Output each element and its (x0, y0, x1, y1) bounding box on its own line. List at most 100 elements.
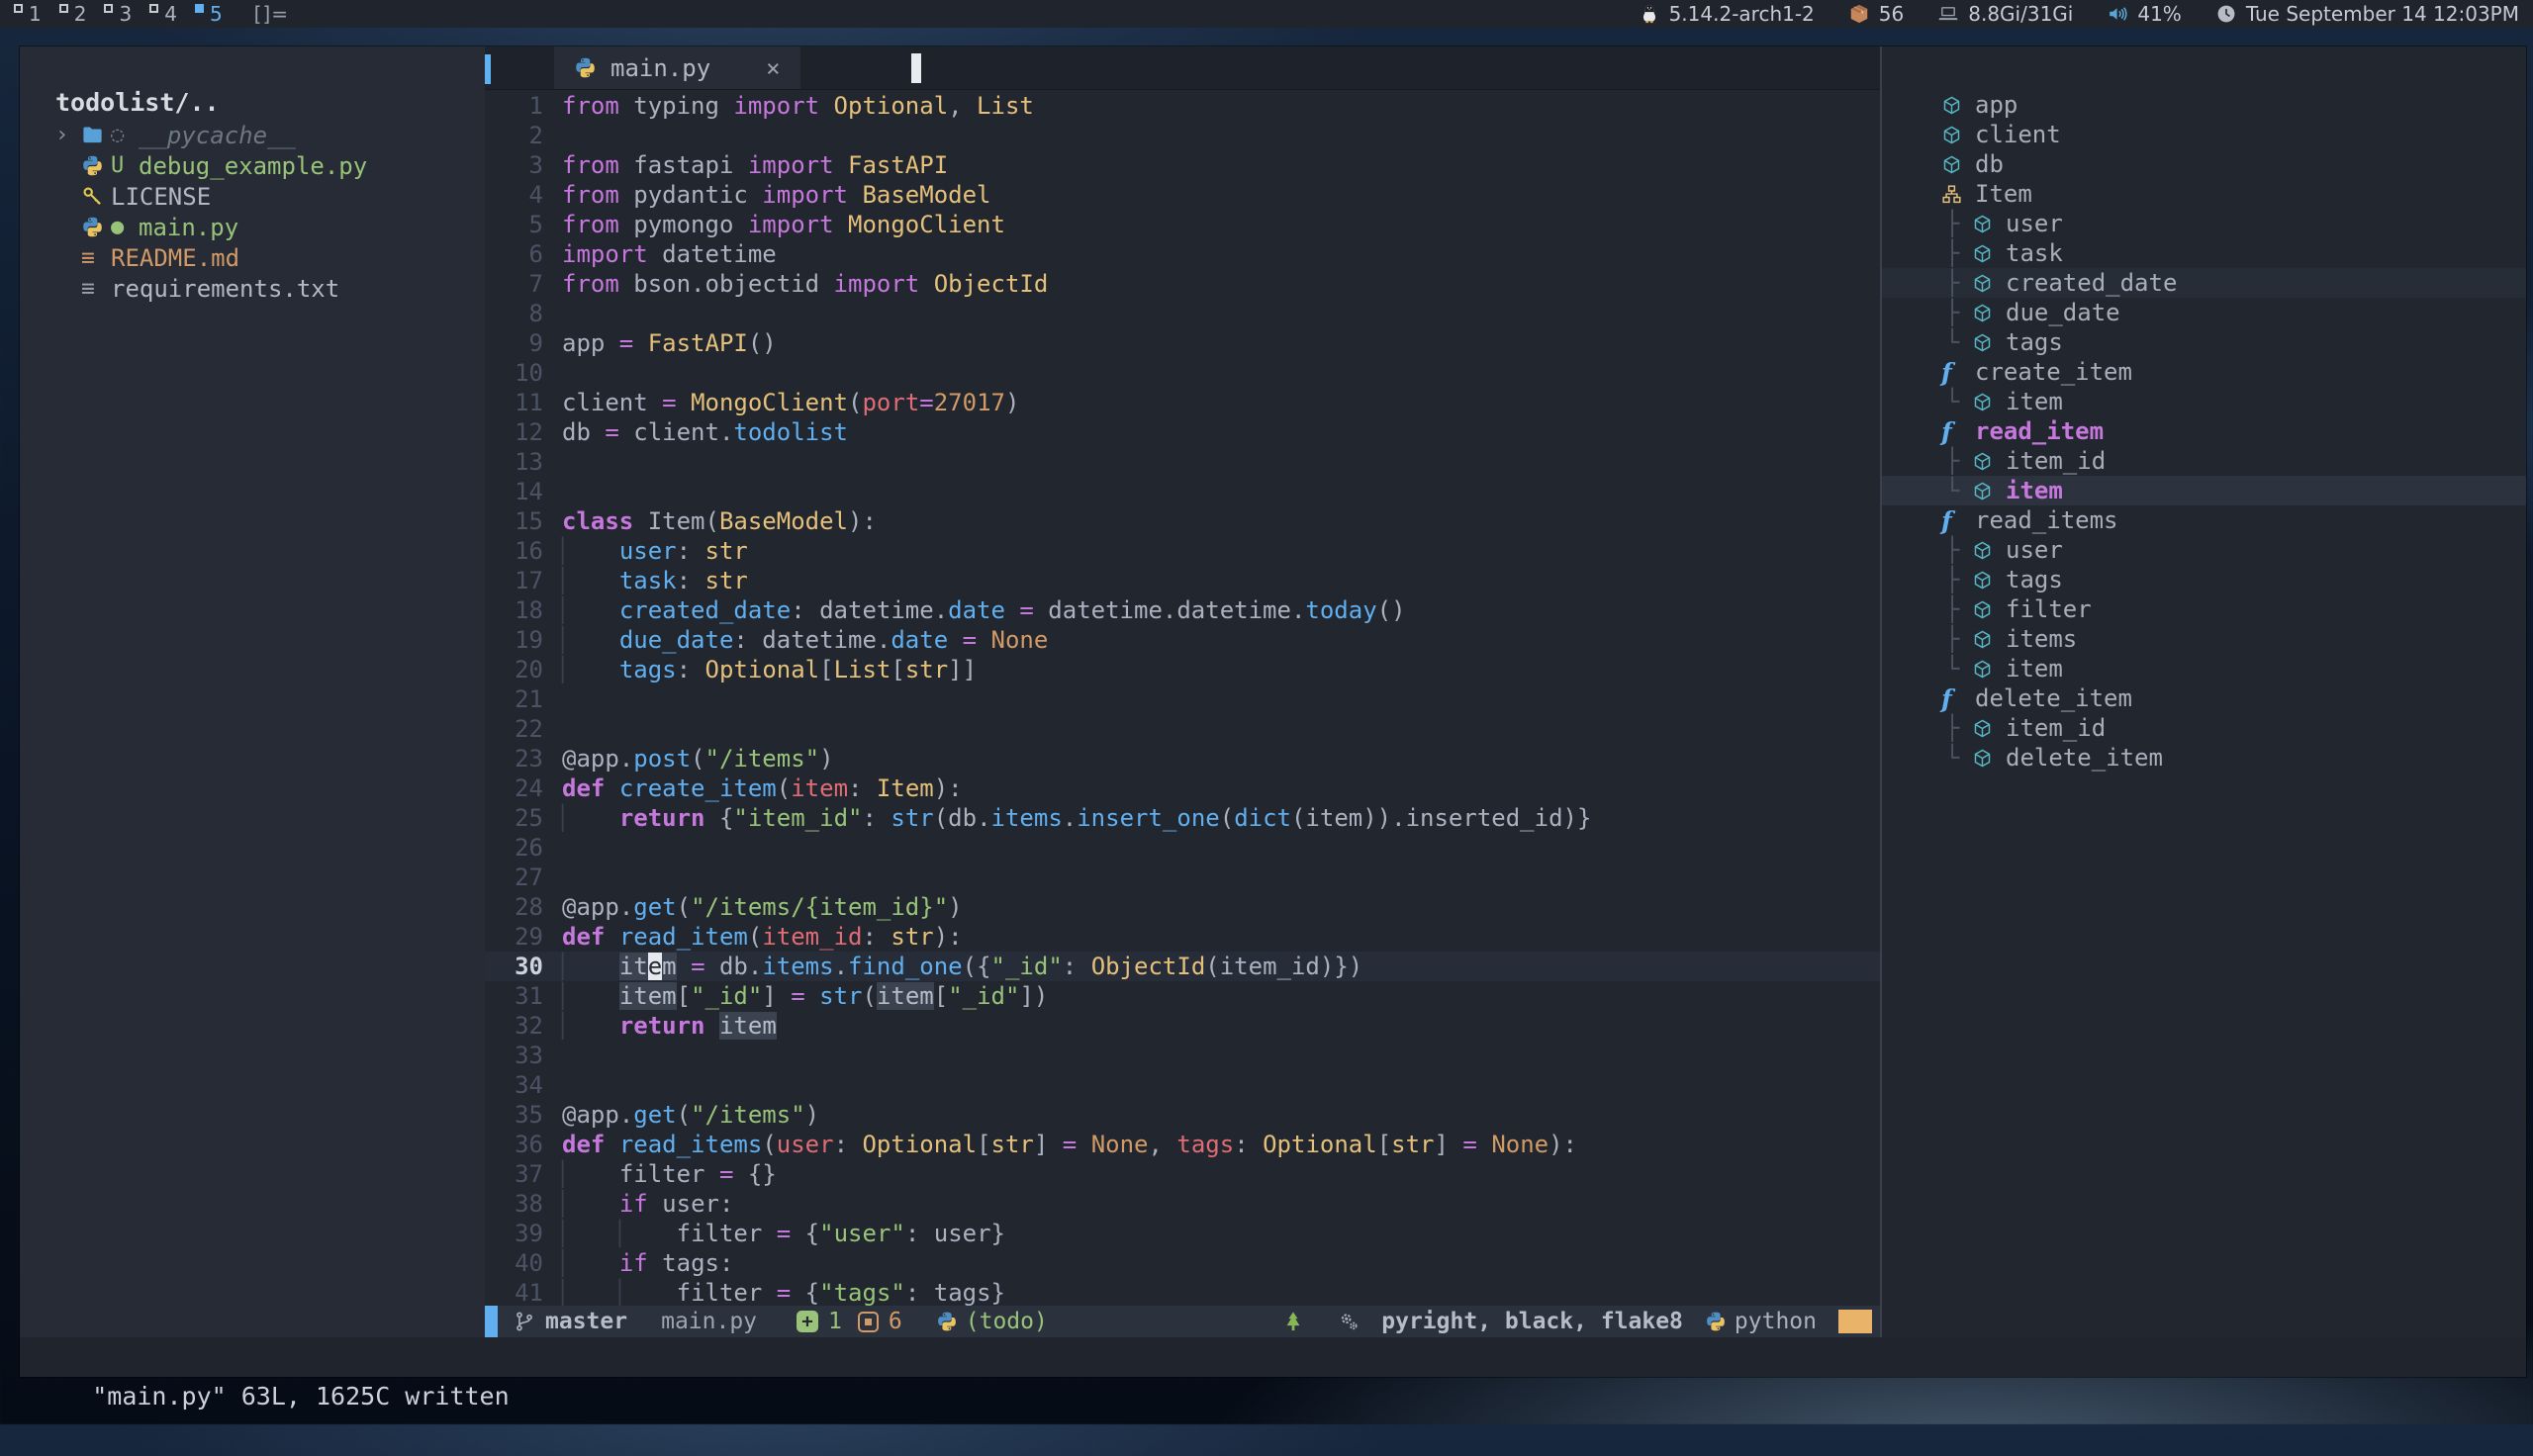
symbols-outline-pane[interactable]: appclientdbItem├user├task├created_date├d… (1880, 46, 2526, 1337)
code-line-41[interactable]: 41▏ ▏ filter = {"tags": tags} (485, 1278, 1880, 1306)
code-line-11[interactable]: 11client = MongoClient(port=27017) (485, 388, 1880, 417)
tag-item-app[interactable]: app (1882, 90, 2526, 120)
code-line-9[interactable]: 9app = FastAPI() (485, 328, 1880, 358)
code-text: from pymongo import MongoClient (562, 210, 1005, 239)
git-modified-count: 6 (889, 1309, 902, 1334)
explorer-item-debug_example.py[interactable]: Udebug_example.py (20, 150, 485, 181)
code-line-20[interactable]: 20▏ tags: Optional[List[str]] (485, 655, 1880, 684)
tree-connector: └ (1945, 655, 1972, 682)
code-line-8[interactable]: 8 (485, 299, 1880, 328)
tree-connector: ├ (1945, 269, 1972, 297)
code-text: from bson.objectid import ObjectId (562, 269, 1048, 299)
workspace-item-1[interactable]: 1 (14, 1, 42, 27)
code-line-22[interactable]: 22 (485, 714, 1880, 744)
tag-item-client[interactable]: client (1882, 120, 2526, 149)
code-line-21[interactable]: 21 (485, 684, 1880, 714)
file-label: __pycache__ (139, 122, 296, 149)
code-line-38[interactable]: 38▏ if user: (485, 1189, 1880, 1219)
status-memory-text: 8.8Gi/31Gi (1968, 2, 2073, 26)
tree-icon (1282, 1311, 1304, 1332)
tag-item-create_item[interactable]: fcreate_item (1882, 357, 2526, 387)
tag-item-task[interactable]: ├task (1882, 238, 2526, 268)
tag-item-item_id[interactable]: ├item_id (1882, 713, 2526, 743)
workspace-item-4[interactable]: 4 (149, 1, 177, 27)
code-line-24[interactable]: 24def create_item(item: Item): (485, 774, 1880, 803)
variable-cube-icon (1972, 214, 2006, 234)
tag-item-read_item[interactable]: fread_item (1882, 416, 2526, 446)
code-line-5[interactable]: 5from pymongo import MongoClient (485, 210, 1880, 239)
tag-item-tags[interactable]: ├tags (1882, 565, 2526, 594)
code-line-6[interactable]: 6import datetime (485, 239, 1880, 269)
tree-connector: ├ (1945, 625, 1972, 653)
code-line-36[interactable]: 36def read_items(user: Optional[str] = N… (485, 1130, 1880, 1159)
tag-item-items[interactable]: ├items (1882, 624, 2526, 654)
code-line-15[interactable]: 15class Item(BaseModel): (485, 506, 1880, 536)
code-line-39[interactable]: 39▏ ▏ filter = {"user": user} (485, 1219, 1880, 1248)
tag-item-user[interactable]: ├user (1882, 535, 2526, 565)
code-line-33[interactable]: 33 (485, 1041, 1880, 1070)
tag-item-tags[interactable]: └tags (1882, 327, 2526, 357)
code-line-4[interactable]: 4from pydantic import BaseModel (485, 180, 1880, 210)
tag-item-filter[interactable]: ├filter (1882, 594, 2526, 624)
expand-arrow-icon[interactable]: › (55, 123, 81, 147)
code-line-28[interactable]: 28@app.get("/items/{item_id}") (485, 892, 1880, 922)
code-line-27[interactable]: 27 (485, 863, 1880, 892)
tab-close-icon[interactable]: × (766, 54, 780, 82)
explorer-item-LICENSE[interactable]: LICENSE (20, 181, 485, 212)
tag-item-item[interactable]: └item (1882, 387, 2526, 416)
code-line-12[interactable]: 12db = client.todolist (485, 417, 1880, 447)
code-line-17[interactable]: 17▏ task: str (485, 566, 1880, 595)
code-line-16[interactable]: 16▏ user: str (485, 536, 1880, 566)
editor-pane[interactable]: main.py × 1from typing import Optional, … (485, 46, 1880, 1337)
code-line-29[interactable]: 29def read_item(item_id: str): (485, 922, 1880, 952)
code-line-10[interactable]: 10 (485, 358, 1880, 388)
code-area[interactable]: 1from typing import Optional, List23from… (485, 90, 1880, 1306)
code-line-31[interactable]: 31▏ item["_id"] = str(item["_id"]) (485, 981, 1880, 1011)
tag-item-read_items[interactable]: fread_items (1882, 505, 2526, 535)
line-number: 31 (485, 981, 562, 1011)
code-line-37[interactable]: 37▏ filter = {} (485, 1159, 1880, 1189)
code-line-7[interactable]: 7from bson.objectid import ObjectId (485, 269, 1880, 299)
tab-main-py[interactable]: main.py × (554, 46, 800, 89)
code-text: ▏ if user: (562, 1189, 733, 1219)
explorer-items: ›◌__pycache__Udebug_example.pyLICENSE●ma… (20, 120, 485, 304)
code-line-18[interactable]: 18▏ created_date: datetime.date = dateti… (485, 595, 1880, 625)
code-line-3[interactable]: 3from fastapi import FastAPI (485, 150, 1880, 180)
tag-item-due_date[interactable]: ├due_date (1882, 298, 2526, 327)
explorer-item-__pycache__[interactable]: ›◌__pycache__ (20, 120, 485, 150)
code-line-30[interactable]: 30▏ item = db.items.find_one({"_id": Obj… (485, 952, 1880, 981)
tag-item-item[interactable]: └item (1882, 654, 2526, 683)
code-line-32[interactable]: 32▏ return item (485, 1011, 1880, 1041)
code-line-2[interactable]: 2 (485, 121, 1880, 150)
tag-item-delete_item[interactable]: └delete_item (1882, 743, 2526, 773)
file-explorer-pane[interactable]: todolist/.. ›◌__pycache__Udebug_example.… (20, 46, 485, 1337)
explorer-item-README.md[interactable]: ≡README.md (20, 242, 485, 273)
tag-item-item[interactable]: └item (1882, 476, 2526, 505)
workspace-item-2[interactable]: 2 (59, 1, 87, 27)
tag-item-db[interactable]: db (1882, 149, 2526, 179)
code-line-1[interactable]: 1from typing import Optional, List (485, 91, 1880, 121)
tag-item-created_date[interactable]: ├created_date (1882, 268, 2526, 298)
variable-cube-icon (1972, 570, 2006, 591)
code-line-19[interactable]: 19▏ due_date: datetime.date = None (485, 625, 1880, 655)
code-line-40[interactable]: 40▏ if tags: (485, 1248, 1880, 1278)
code-line-34[interactable]: 34 (485, 1070, 1880, 1100)
tag-item-delete_item[interactable]: fdelete_item (1882, 683, 2526, 713)
code-line-25[interactable]: 25▏ return {"item_id": str(db.items.inse… (485, 803, 1880, 833)
terminal-window: todolist/.. ›◌__pycache__Udebug_example.… (20, 46, 2526, 1377)
line-number: 37 (485, 1159, 562, 1189)
code-line-13[interactable]: 13 (485, 447, 1880, 477)
explorer-item-main.py[interactable]: ●main.py (20, 212, 485, 242)
code-line-35[interactable]: 35@app.get("/items") (485, 1100, 1880, 1130)
workspace-item-3[interactable]: 3 (104, 1, 132, 27)
tag-item-Item[interactable]: Item (1882, 179, 2526, 209)
tag-item-user[interactable]: ├user (1882, 209, 2526, 238)
workspace-item-5[interactable]: 5 (195, 1, 223, 27)
code-line-23[interactable]: 23@app.post("/items") (485, 744, 1880, 774)
tag-item-item_id[interactable]: ├item_id (1882, 446, 2526, 476)
tag-label: tags (2006, 566, 2063, 593)
code-line-14[interactable]: 14 (485, 477, 1880, 506)
code-line-26[interactable]: 26 (485, 833, 1880, 863)
tag-label: delete_item (2006, 744, 2163, 772)
explorer-item-requirements.txt[interactable]: ≡requirements.txt (20, 273, 485, 304)
